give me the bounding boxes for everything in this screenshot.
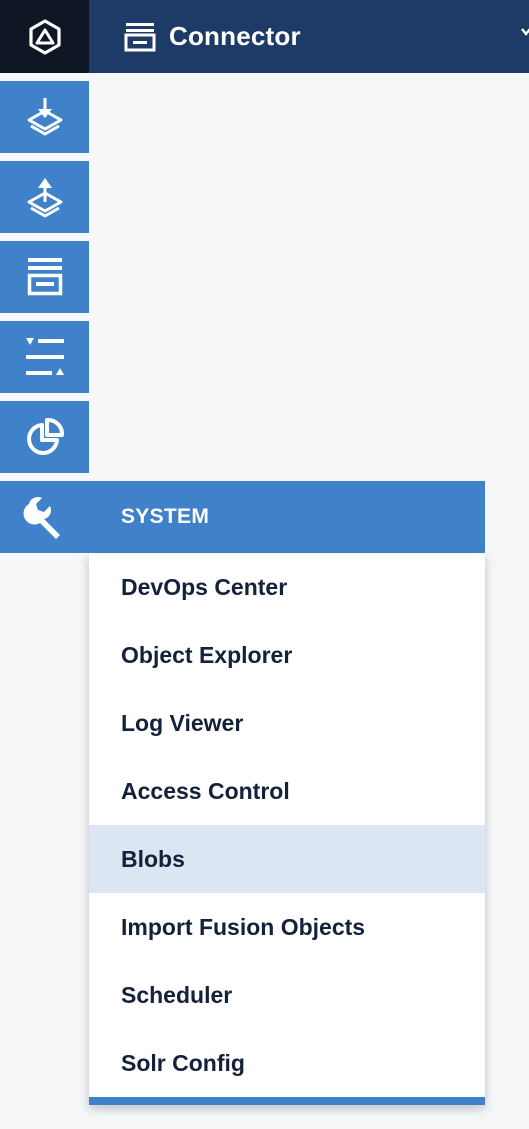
top-bar: Connector bbox=[89, 0, 529, 73]
layers-download-icon bbox=[27, 98, 62, 136]
sidebar-item-filters[interactable] bbox=[0, 321, 89, 393]
wrench-icon bbox=[0, 481, 89, 553]
system-menu: DevOps Center Object Explorer Log Viewer… bbox=[89, 553, 485, 1105]
menu-item-object-explorer[interactable]: Object Explorer bbox=[89, 621, 485, 689]
app-title: Connector bbox=[169, 21, 301, 51]
connector-stack-icon bbox=[123, 22, 157, 52]
sidebar-item-analytics[interactable] bbox=[0, 401, 89, 473]
pie-chart-icon bbox=[26, 417, 64, 455]
hexagon-triangle-logo-icon bbox=[28, 18, 61, 55]
menu-item-access-control[interactable]: Access Control bbox=[89, 757, 485, 825]
menu-item-devops-center[interactable]: DevOps Center bbox=[89, 553, 485, 621]
menu-item-blobs[interactable]: Blobs bbox=[89, 825, 485, 893]
connector-stack-icon bbox=[27, 258, 62, 296]
sidebar-item-load[interactable] bbox=[0, 81, 89, 153]
sliders-icon bbox=[25, 338, 64, 375]
sidebar-item-connector[interactable] bbox=[0, 241, 89, 313]
sidebar-item-unload[interactable] bbox=[0, 161, 89, 233]
menu-bottom-bar bbox=[89, 1097, 485, 1105]
menu-item-log-viewer[interactable]: Log Viewer bbox=[89, 689, 485, 757]
menu-item-import-fusion-objects[interactable]: Import Fusion Objects bbox=[89, 893, 485, 961]
app-logo[interactable] bbox=[0, 0, 89, 73]
chevron-down-icon[interactable] bbox=[521, 25, 529, 44]
system-label: SYSTEM bbox=[121, 505, 210, 528]
menu-item-scheduler[interactable]: Scheduler bbox=[89, 961, 485, 1029]
sidebar-item-system[interactable]: SYSTEM bbox=[0, 481, 485, 553]
menu-item-solr-config[interactable]: Solr Config bbox=[89, 1029, 485, 1097]
layers-upload-icon bbox=[27, 178, 62, 218]
